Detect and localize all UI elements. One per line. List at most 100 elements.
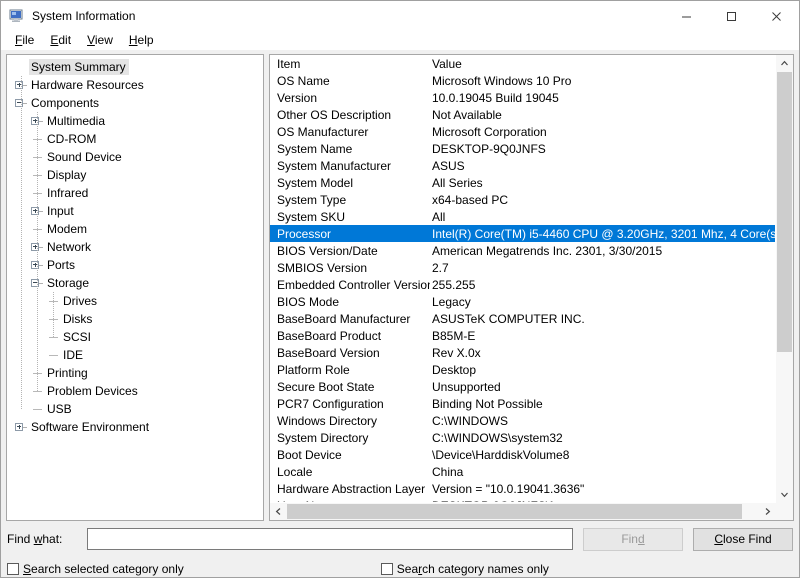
tree-item-storage[interactable]: Storage bbox=[7, 274, 263, 292]
table-row[interactable]: BaseBoard Version Rev X.0x bbox=[270, 344, 776, 361]
find-button[interactable]: Fin d bbox=[583, 527, 683, 551]
table-row[interactable]: SMBIOS Version 2.7 bbox=[270, 259, 776, 276]
table-row[interactable]: Embedded Controller Version 255.255 bbox=[270, 276, 776, 293]
table-cell-item: System Model bbox=[277, 175, 354, 190]
tree-item-modem[interactable]: Modem bbox=[7, 220, 263, 238]
tree-item-sound-device[interactable]: Sound Device bbox=[7, 148, 263, 166]
scrollbar-corner bbox=[776, 503, 793, 520]
window-title: System Information bbox=[32, 9, 136, 23]
column-header-value[interactable]: Value bbox=[430, 57, 776, 71]
table-cell-value: Legacy bbox=[432, 294, 471, 309]
table-row[interactable]: OS Manufacturer Microsoft Corporation bbox=[270, 123, 776, 140]
find-input[interactable] bbox=[87, 528, 573, 550]
table-row[interactable]: System Model All Series bbox=[270, 174, 776, 191]
scroll-left-icon[interactable] bbox=[270, 503, 287, 520]
menu-file[interactable]: File bbox=[7, 31, 42, 50]
search-category-names-checkbox[interactable]: Search category names only bbox=[380, 562, 549, 576]
tree-item-ide[interactable]: IDE bbox=[7, 346, 263, 364]
table-row[interactable]: OS Name Microsoft Windows 10 Pro bbox=[270, 72, 776, 89]
vertical-scrollbar-thumb[interactable] bbox=[777, 72, 792, 352]
tree-item-network[interactable]: Network bbox=[7, 238, 263, 256]
scroll-right-icon[interactable] bbox=[759, 503, 776, 520]
details-list[interactable]: Item Value OS Name Microsoft Windows 10 P… bbox=[269, 54, 794, 521]
table-row[interactable]: System Directory C:\WINDOWS\system32 bbox=[270, 429, 776, 446]
table-row[interactable]: System Manufacturer ASUS bbox=[270, 157, 776, 174]
tree-item-infrared[interactable]: Infrared bbox=[7, 184, 263, 202]
table-cell-item: OS Name bbox=[277, 73, 330, 88]
table-row[interactable]: Version 10.0.19045 Build 19045 bbox=[270, 89, 776, 106]
tree-item-system-summary[interactable]: System Summary bbox=[7, 58, 263, 76]
main-content: System Summary Hardware Resources Componen… bbox=[1, 50, 799, 521]
menu-edit[interactable]: Edit bbox=[42, 31, 79, 50]
tree-item-cd-rom[interactable]: CD-ROM bbox=[7, 130, 263, 148]
table-row[interactable]: BIOS Version/Date American Megatrends Inc… bbox=[270, 242, 776, 259]
table-cell-value: Not Available bbox=[432, 107, 502, 122]
close-find-button[interactable]: Close Find bbox=[693, 527, 793, 551]
tree-connector-icon bbox=[45, 346, 61, 364]
tree-expand-icon[interactable] bbox=[13, 418, 29, 436]
table-row[interactable]: Other OS Description Not Available bbox=[270, 106, 776, 123]
table-row[interactable]: Windows Directory C:\WINDOWS bbox=[270, 412, 776, 429]
table-row[interactable]: BaseBoard Manufacturer ASUSTeK COMPUTER I… bbox=[270, 310, 776, 327]
menu-help[interactable]: Help bbox=[121, 31, 162, 50]
tree-item-label: CD-ROM bbox=[47, 132, 97, 146]
column-header-item[interactable]: Item bbox=[270, 57, 430, 71]
table-row[interactable]: Hardware Abstraction Layer Version = "10.… bbox=[270, 480, 776, 497]
close-icon[interactable] bbox=[754, 1, 799, 31]
table-row[interactable]: Platform Role Desktop bbox=[270, 361, 776, 378]
table-row[interactable]: System Type x64-based PC bbox=[270, 191, 776, 208]
table-row[interactable]: BaseBoard Product B85M-E bbox=[270, 327, 776, 344]
table-row[interactable]: System Name DESKTOP-9Q0JNFS bbox=[270, 140, 776, 157]
tree-item-components[interactable]: Components bbox=[7, 94, 263, 112]
tree-item-problem-devices[interactable]: Problem Devices bbox=[7, 382, 263, 400]
table-row[interactable]: Locale China bbox=[270, 463, 776, 480]
tree-item-label: System Summary bbox=[29, 59, 129, 75]
minimize-icon[interactable] bbox=[664, 1, 709, 31]
vertical-scrollbar[interactable] bbox=[775, 55, 793, 503]
tree-item-display[interactable]: Display bbox=[7, 166, 263, 184]
table-row[interactable]: Secure Boot State Unsupported bbox=[270, 378, 776, 395]
tree-item-hardware-resources[interactable]: Hardware Resources bbox=[7, 76, 263, 94]
maximize-icon[interactable] bbox=[709, 1, 754, 31]
table-cell-item: BaseBoard Manufacturer bbox=[277, 311, 411, 326]
tree-item-drives[interactable]: Drives bbox=[7, 292, 263, 310]
tree-item-printing[interactable]: Printing bbox=[7, 364, 263, 382]
table-cell-item: System SKU bbox=[277, 209, 346, 224]
table-row[interactable]: Boot Device \Device\HarddiskVolume8 bbox=[270, 446, 776, 463]
tree-item-ports[interactable]: Ports bbox=[7, 256, 263, 274]
tree-item-label: Hardware Resources bbox=[31, 78, 144, 92]
search-selected-category-checkbox[interactable]: Search selected category only bbox=[7, 562, 184, 576]
table-cell-item: PCR7 Configuration bbox=[277, 396, 384, 411]
tree-item-scsi[interactable]: SCSI bbox=[7, 328, 263, 346]
table-row[interactable]: PCR7 Configuration Binding Not Possible bbox=[270, 395, 776, 412]
find-options-row: Search selected category only Search cat… bbox=[7, 560, 793, 577]
scroll-down-icon[interactable] bbox=[776, 486, 793, 503]
tree-item-label: Multimedia bbox=[47, 114, 106, 128]
horizontal-scrollbar[interactable] bbox=[270, 502, 776, 520]
table-cell-value: Version = "10.0.19041.3636" bbox=[432, 481, 585, 496]
tree-item-multimedia[interactable]: Multimedia bbox=[7, 112, 263, 130]
table-cell-value: All bbox=[432, 209, 446, 224]
table-cell-value: C:\WINDOWS\system32 bbox=[432, 430, 563, 445]
tree-guide-line bbox=[21, 76, 23, 409]
tree-item-usb[interactable]: USB bbox=[7, 400, 263, 418]
title-bar: System Information bbox=[1, 1, 799, 31]
table-row[interactable]: System SKU All bbox=[270, 208, 776, 225]
horizontal-scrollbar-thumb[interactable] bbox=[287, 504, 742, 519]
tree-item-software-environment[interactable]: Software Environment bbox=[7, 418, 263, 436]
table-row[interactable]: BIOS Mode Legacy bbox=[270, 293, 776, 310]
scroll-up-icon[interactable] bbox=[776, 55, 793, 72]
table-cell-value: ASUSTeK COMPUTER INC. bbox=[432, 311, 585, 326]
tree-item-input[interactable]: Input bbox=[7, 202, 263, 220]
table-row[interactable]: Processor Intel(R) Core(TM) i5-4460 CPU @… bbox=[270, 225, 776, 242]
category-tree[interactable]: System Summary Hardware Resources Componen… bbox=[6, 54, 264, 521]
tree-item-disks[interactable]: Disks bbox=[7, 310, 263, 328]
menu-view[interactable]: View bbox=[79, 31, 121, 50]
